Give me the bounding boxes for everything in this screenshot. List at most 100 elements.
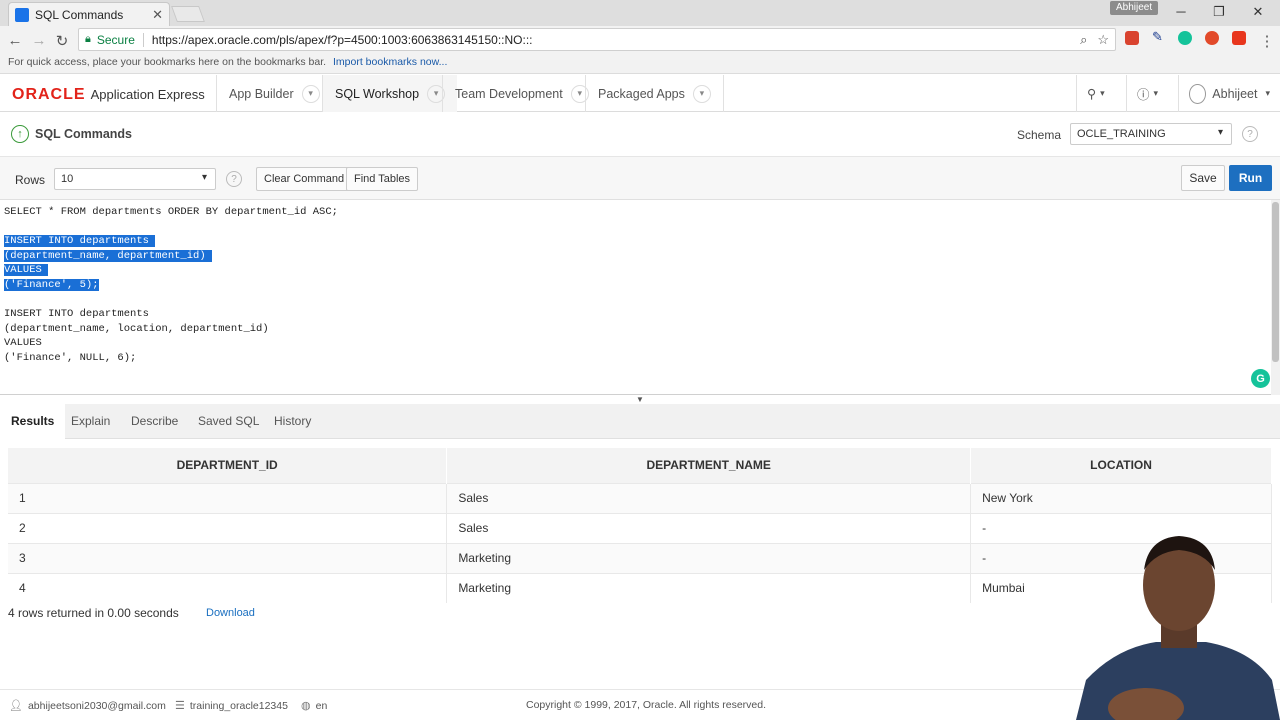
address-bar[interactable]: 🔒︎ Secure https://apex.oracle.com/pls/ap…: [78, 28, 1116, 51]
editor-line[interactable]: SELECT * FROM departments ORDER BY depar…: [4, 205, 338, 220]
close-window-icon[interactable]: ✕: [1248, 4, 1268, 20]
tab-describe[interactable]: Describe: [120, 404, 189, 439]
footer-language[interactable]: ◍ en: [301, 699, 328, 713]
page-title-bar: ↑ SQL Commands Schema OCLE_TRAINING ▾ ?: [0, 112, 1280, 157]
help-menu[interactable]: ⓘ ▾: [1126, 75, 1178, 112]
footer-user[interactable]: 👤︎ abhijeetsoni2030@gmail.com: [9, 699, 166, 713]
table-cell: 2: [8, 512, 448, 543]
restore-window-icon[interactable]: ❐: [1209, 4, 1229, 20]
user-menu[interactable]: Abhijeet ▾: [1178, 75, 1280, 112]
tab-saved-sql[interactable]: Saved SQL: [187, 404, 270, 439]
nav-tab-sql-workshop[interactable]: SQL Workshop ▾: [322, 75, 458, 112]
url-text[interactable]: https://apex.oracle.com/pls/apex/f?p=450…: [152, 33, 1070, 47]
splitter-handle-icon[interactable]: ▼: [636, 395, 644, 404]
grammarly-extension-icon[interactable]: [1178, 31, 1192, 45]
editor-line[interactable]: INSERT INTO departments: [4, 307, 338, 322]
profile-badge[interactable]: Abhijeet: [1110, 1, 1159, 15]
editor-line[interactable]: INSERT INTO departments: [4, 234, 338, 249]
lock-icon: 🔒︎: [85, 33, 91, 45]
editor-line[interactable]: [4, 293, 338, 308]
zoom-icon[interactable]: ⌕: [1080, 32, 1087, 48]
forward-icon[interactable]: →: [31, 32, 47, 49]
nav-tab-team-development[interactable]: Team Development ▾: [442, 75, 601, 112]
new-tab-button[interactable]: [171, 6, 205, 22]
back-icon[interactable]: ←: [7, 32, 23, 49]
admin-menu[interactable]: ⚲ ▾: [1076, 75, 1126, 112]
schema-help-icon[interactable]: ?: [1242, 126, 1258, 142]
table-cell: 1: [8, 482, 448, 513]
user-icon: 👤︎: [9, 700, 23, 712]
nav-tab-packaged-apps[interactable]: Packaged Apps ▾: [585, 75, 724, 112]
column-header: DEPARTMENT_NAME: [446, 448, 972, 483]
clear-command-button[interactable]: Clear Command: [256, 167, 353, 191]
editor-scrollbar-thumb[interactable]: [1272, 202, 1279, 362]
page-title: SQL Commands: [35, 127, 133, 141]
find-tables-button[interactable]: Find Tables: [346, 167, 419, 191]
nav-tab-label: App Builder: [229, 86, 294, 101]
table-cell: 3: [8, 542, 448, 573]
run-button[interactable]: Run: [1229, 165, 1272, 191]
browser-menu-icon[interactable]: ⋮: [1259, 32, 1275, 50]
extension-pen-icon[interactable]: ✎: [1152, 29, 1166, 44]
editor-line-text: (department_name, location, department_i…: [4, 322, 269, 335]
sql-toolbar: Rows 10 ▾ ? Clear Command Find Tables Sa…: [0, 157, 1280, 200]
bookmarks-bar: For quick access, place your bookmarks h…: [0, 54, 1280, 74]
reload-icon[interactable]: ↻: [54, 32, 70, 50]
table-row: 1 Sales New York: [8, 482, 1272, 513]
editor-line[interactable]: (department_name, location, department_i…: [4, 322, 338, 337]
apex-favicon-icon: [15, 7, 29, 22]
chevron-down-icon: ▾: [201, 172, 207, 183]
tab-explain[interactable]: Explain: [60, 404, 121, 439]
apex-navigation: ORACLE Application Express App Builder ▾…: [0, 75, 1280, 112]
close-tab-icon[interactable]: ✕: [152, 7, 163, 23]
address-separator: [142, 32, 144, 47]
tab-results[interactable]: Results: [0, 404, 66, 439]
editor-line[interactable]: ('Finance', NULL, 6);: [4, 351, 338, 366]
save-button[interactable]: Save: [1181, 165, 1225, 191]
user-name: Abhijeet: [1212, 86, 1258, 101]
results-tabs: Results Explain Describe Saved SQL Histo…: [0, 404, 1280, 439]
editor-line-text: ('Finance', NULL, 6);: [4, 351, 137, 364]
nav-tab-label: Packaged Apps: [598, 86, 685, 101]
webcam-presenter: [1076, 536, 1280, 720]
editor-line-text: ('Finance', 5);: [4, 278, 99, 291]
grammarly-icon[interactable]: G: [1251, 369, 1270, 388]
editor-line[interactable]: VALUES: [4, 336, 338, 351]
chevron-down-icon[interactable]: ▾: [301, 84, 320, 103]
chevron-down-icon: ▾: [1153, 88, 1159, 98]
editor-line[interactable]: ('Finance', 5);: [4, 278, 338, 293]
schema-select[interactable]: OCLE_TRAINING ▾: [1070, 123, 1232, 145]
sql-editor[interactable]: SELECT * FROM departments ORDER BY depar…: [0, 200, 1280, 395]
nav-tab-app-builder[interactable]: App Builder ▾: [216, 75, 332, 112]
import-bookmarks-link[interactable]: Import bookmarks now...: [333, 56, 447, 68]
editor-line[interactable]: [4, 220, 338, 235]
oracle-apex-logo[interactable]: ORACLE Application Express: [12, 86, 205, 104]
rows-label: Rows: [15, 173, 46, 187]
extension-orange-icon[interactable]: [1205, 31, 1219, 45]
browser-toolbar: ← → ↻ 🔒︎ Secure https://apex.oracle.com/…: [0, 26, 1280, 54]
editor-line-text: (department_name, department_id): [4, 249, 212, 262]
up-arrow-icon[interactable]: ↑: [11, 125, 29, 143]
extension-red-icon[interactable]: [1125, 31, 1139, 45]
sql-editor-text[interactable]: SELECT * FROM departments ORDER BY depar…: [4, 205, 338, 366]
help-icon: ⓘ: [1137, 88, 1150, 102]
editor-line[interactable]: VALUES: [4, 263, 338, 278]
footer-language-code: en: [315, 699, 328, 712]
footer-workspace-name: training_oracle12345: [189, 699, 288, 712]
database-icon: ☰: [175, 700, 185, 712]
chevron-down-icon[interactable]: ▾: [692, 84, 711, 103]
nav-tab-label: Team Development: [455, 86, 563, 101]
browser-tab[interactable]: SQL Commands ✕: [8, 2, 170, 26]
tab-history[interactable]: History: [263, 404, 322, 439]
bookmark-star-icon[interactable]: ☆: [1097, 32, 1109, 48]
table-cell: Marketing: [446, 572, 972, 603]
column-header: LOCATION: [970, 448, 1272, 483]
download-link[interactable]: Download: [206, 607, 255, 619]
extension-video-icon[interactable]: [1232, 31, 1246, 45]
minimize-window-icon[interactable]: ─: [1171, 4, 1191, 19]
table-cell: Marketing: [446, 542, 972, 573]
editor-line[interactable]: (department_name, department_id): [4, 249, 338, 264]
rows-help-icon[interactable]: ?: [226, 171, 242, 187]
footer-workspace[interactable]: ☰ training_oracle12345: [175, 699, 288, 713]
rows-select[interactable]: 10 ▾: [54, 168, 216, 190]
